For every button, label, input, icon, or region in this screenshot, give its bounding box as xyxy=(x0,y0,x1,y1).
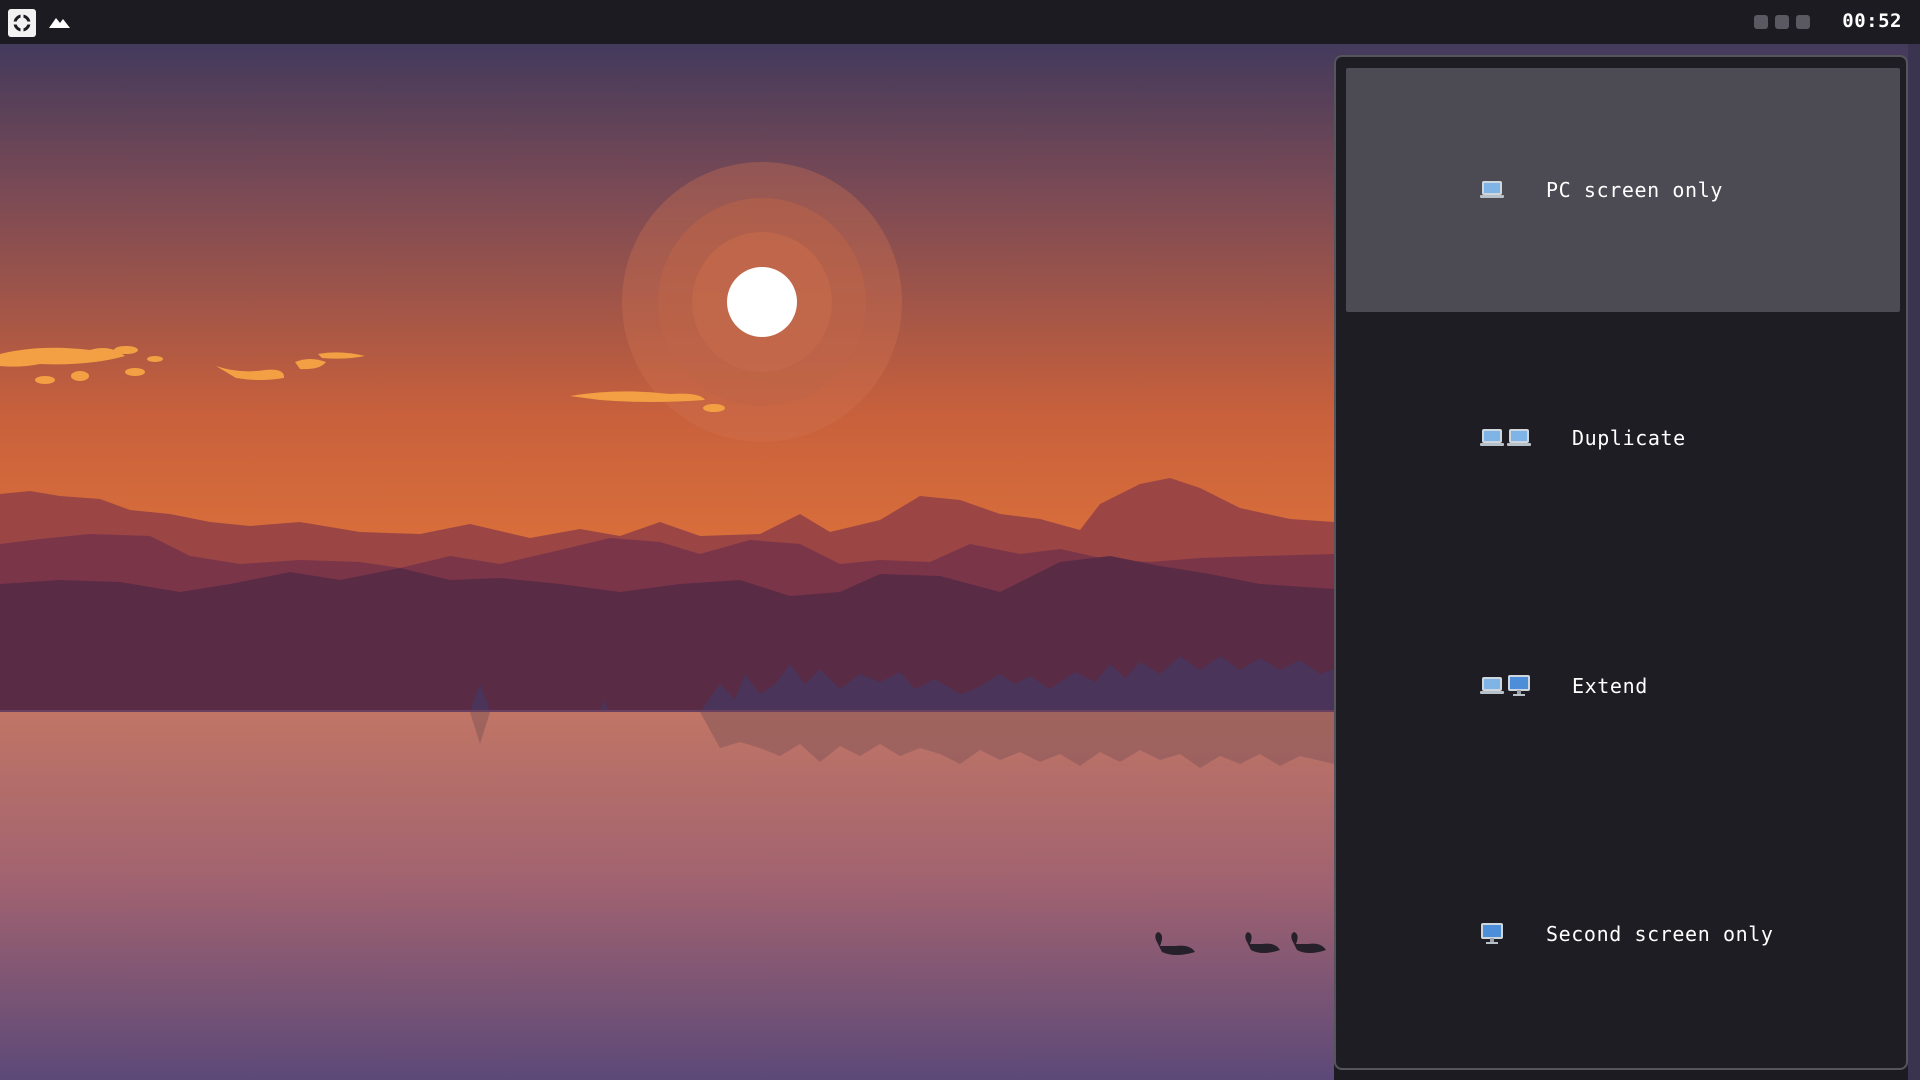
option-second-screen-only[interactable]: Second screen only xyxy=(1346,812,1900,1056)
workspace-dot-icon[interactable] xyxy=(1775,15,1789,29)
option-pc-screen-only[interactable]: PC screen only xyxy=(1346,68,1900,312)
option-duplicate[interactable]: Duplicate xyxy=(1346,316,1900,560)
option-icons xyxy=(1480,675,1531,697)
launcher-logo-icon[interactable] xyxy=(8,9,36,37)
workspace-switcher xyxy=(1754,15,1810,29)
clock: 00:52 xyxy=(1842,10,1902,32)
option-icons xyxy=(1480,427,1531,449)
laptop-icon xyxy=(1480,675,1504,697)
monitor-icon xyxy=(1480,923,1504,945)
option-label: PC screen only xyxy=(1546,178,1723,202)
option-icons xyxy=(1480,923,1504,945)
mountain-icon[interactable] xyxy=(48,13,72,31)
laptop-icon xyxy=(1480,179,1504,201)
laptop-icon xyxy=(1507,427,1531,449)
projection-menu: PC screen only Duplicate Extend Second s… xyxy=(1334,55,1908,1070)
option-label: Second screen only xyxy=(1546,922,1774,946)
monitor-icon xyxy=(1507,675,1531,697)
workspace-dot-icon[interactable] xyxy=(1796,15,1810,29)
sun-graphic xyxy=(727,267,797,337)
top-bar: 00:52 xyxy=(0,0,1920,44)
option-icons xyxy=(1480,179,1504,201)
option-label: Extend xyxy=(1572,674,1648,698)
laptop-icon xyxy=(1480,427,1504,449)
workspace-dot-icon[interactable] xyxy=(1754,15,1768,29)
option-extend[interactable]: Extend xyxy=(1346,564,1900,808)
option-label: Duplicate xyxy=(1572,426,1686,450)
